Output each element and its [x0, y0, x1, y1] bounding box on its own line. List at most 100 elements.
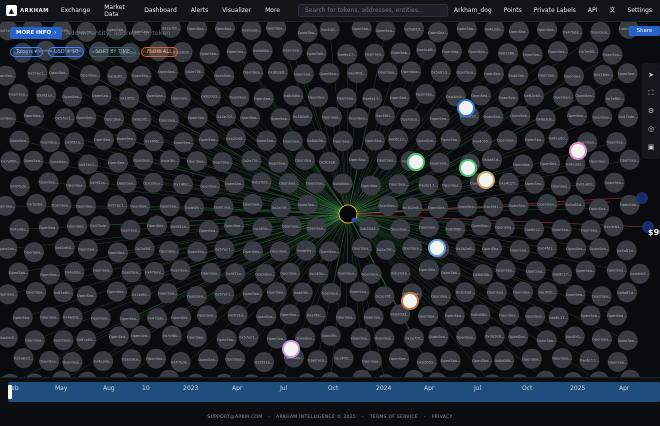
graph-node[interactable] [620, 369, 640, 377]
graph-node-label: 0xde3fc... [108, 74, 126, 78]
entity-avatar-node[interactable] [477, 171, 495, 189]
entity-avatar-node[interactable] [407, 153, 425, 171]
entity-avatar-node[interactable] [401, 292, 419, 310]
graph-node-label: OpenSea... [266, 26, 286, 30]
nav-points[interactable]: Points [504, 7, 522, 14]
graph-node-label: OpenSea... [109, 335, 129, 339]
footer-terms-link[interactable]: TERMS OF SERVICE [370, 415, 418, 420]
graph-node-label: OpenSea... [108, 161, 128, 165]
graph-node-label: OpenSea... [66, 184, 86, 188]
graph-node-label: 0xc4fd1... [376, 114, 394, 118]
footer-support-link[interactable]: SUPPORT@ARKM.COM [207, 415, 262, 420]
graph-node-label: OpenSea... [0, 204, 15, 208]
more-info-button[interactable]: MORE INFO › [10, 27, 63, 39]
graph-node-label: OpenSea... [298, 203, 318, 207]
graph-node-label: OpenSea... [390, 96, 410, 100]
graph-node[interactable] [404, 369, 424, 377]
graph-node-label: OpenSea... [147, 224, 167, 228]
graph-node-label: OpenSea... [24, 159, 44, 163]
external-node[interactable] [636, 192, 648, 204]
graph-node-label: OpenSea... [225, 358, 245, 362]
entity-search-input[interactable]: Add an entity, address, or token [66, 26, 266, 40]
nav-alerts[interactable]: Alerts [191, 7, 208, 14]
graph-node-label: 0xa4cb5... [0, 336, 17, 340]
graph-node-label: OpenSea... [267, 291, 287, 295]
nav-market-data[interactable]: Market Data [104, 4, 130, 18]
graph-node-label: OpenSea... [132, 74, 152, 78]
graph-node-label: OpenSea... [322, 115, 342, 119]
graph-node-label: OpenSea... [603, 53, 623, 57]
graph-node-label: 0xb20d3... [390, 313, 409, 317]
timeline-label: Jul [280, 385, 288, 392]
nav-settings[interactable]: Settings [627, 7, 652, 14]
target-icon[interactable]: ◎ [648, 125, 654, 133]
entity-avatar-node[interactable] [428, 239, 446, 257]
nav-dashboard[interactable]: Dashboard [144, 7, 177, 14]
lock-icon[interactable]: ▣ [648, 143, 655, 151]
graph-node-label: 0x57ec1... [215, 293, 234, 297]
graph-node-label: OpenSea... [430, 117, 450, 121]
entity-avatar-node[interactable] [459, 159, 477, 177]
graph-node-label: 0x14f0c... [120, 97, 138, 101]
nav-exchange[interactable]: Exchange [61, 7, 90, 14]
nav-more[interactable]: More [265, 7, 280, 14]
graph-node-label: OpenSea... [495, 226, 515, 230]
graph-node-label: OpenSea... [217, 338, 237, 342]
graph-node-label: 0x2e70f... [272, 206, 290, 210]
graph-node-label: OpenSea... [605, 181, 625, 185]
settings-icon[interactable]: ⚙ [648, 107, 654, 115]
timeline-label: 2025 [570, 385, 586, 392]
entity-avatar-node[interactable] [282, 340, 300, 358]
graph-node-label: OpenSea... [280, 313, 300, 317]
graph-node-label: OpenSea... [280, 271, 300, 275]
graph-node-label: 0xa4cb5... [604, 225, 623, 229]
graph-node-label: OpenSea... [171, 316, 191, 320]
graph-node-label: OpenSea... [117, 182, 137, 186]
graph-node-label: 0x47bde... [10, 185, 29, 189]
nav-user-profile[interactable]: Arkham_dog [454, 7, 492, 14]
entity-avatar-node[interactable] [569, 142, 587, 160]
graph-node-label: OpenSea... [496, 268, 516, 272]
graph-node-label: 0x9f31a... [171, 225, 189, 229]
visualizer-graph-canvas[interactable]: 0x57ec1... OpenSea... OpenSea... 0xde3fc...… [0, 22, 660, 377]
fullscreen-icon[interactable]: ⛶ [649, 89, 654, 98]
graph-node-label: 0x14f0c... [307, 314, 325, 318]
graph-node-label: OpenSea... [240, 116, 260, 120]
graph-node-label: OpenSea... [552, 357, 572, 361]
global-search-input[interactable]: Search for tokens, addresses, entities..… [297, 4, 448, 17]
share-button[interactable]: Share [629, 26, 660, 36]
nav-api[interactable]: API [588, 7, 598, 14]
sort-by-time-chip[interactable]: SORT BY TIME [89, 47, 137, 57]
filter-chips: Tokens ▾ USD ≥ $0 SORT BY TIME FLOW ALL [10, 47, 178, 57]
graph-node-label: 0x14f0c... [145, 140, 163, 144]
graph-node-label: OpenSea... [352, 247, 372, 251]
graph-node-label: OpenSea... [200, 185, 220, 189]
graph-node-label: OpenSea... [538, 74, 558, 78]
graph-node-label: 0xde3fc... [297, 249, 315, 253]
usd-filter-chip[interactable]: USD ≥ $0 [47, 47, 85, 57]
network-graph[interactable]: 0x57ec1... OpenSea... OpenSea... 0xde3fc...… [0, 22, 660, 377]
graph-node-label: OpenSea... [94, 138, 114, 142]
graph-node-label: OpenSea... [52, 203, 72, 207]
cursor-icon[interactable]: ➤ [648, 71, 654, 79]
timeline-label: 10 [142, 385, 150, 392]
graph-node-label: 0x8d08b... [333, 182, 352, 186]
graph-node-label: 0x3b2e8... [456, 291, 475, 295]
tokens-filter-chip[interactable]: Tokens ▾ [10, 47, 43, 57]
nav-private-labels[interactable]: Private Labels [534, 7, 576, 14]
graph-node-label: OpenSea... [442, 50, 462, 54]
graph-node-label: OpenSea... [201, 271, 221, 275]
arkham-logo[interactable]: ▲ ARKHAM [6, 5, 49, 16]
language-icon[interactable]: 文 [609, 7, 615, 14]
footer-privacy-link[interactable]: PRIVACY [432, 415, 453, 420]
graph-node-label: 0x8d08b... [284, 94, 303, 98]
entity-avatar-node[interactable] [457, 99, 475, 117]
graph-node-label: OpenSea... [319, 250, 339, 254]
graph-node-label: 0xe6c17... [549, 316, 568, 320]
graph-node-label: OpenSea... [77, 294, 97, 298]
nav-visualizer[interactable]: Visualizer [222, 7, 251, 14]
flow-all-chip[interactable]: FLOW ALL [141, 47, 178, 57]
graph-node[interactable] [352, 369, 372, 377]
graph-node-label: OpenSea... [618, 72, 638, 76]
graph-node-label: OpenSea... [40, 141, 60, 145]
